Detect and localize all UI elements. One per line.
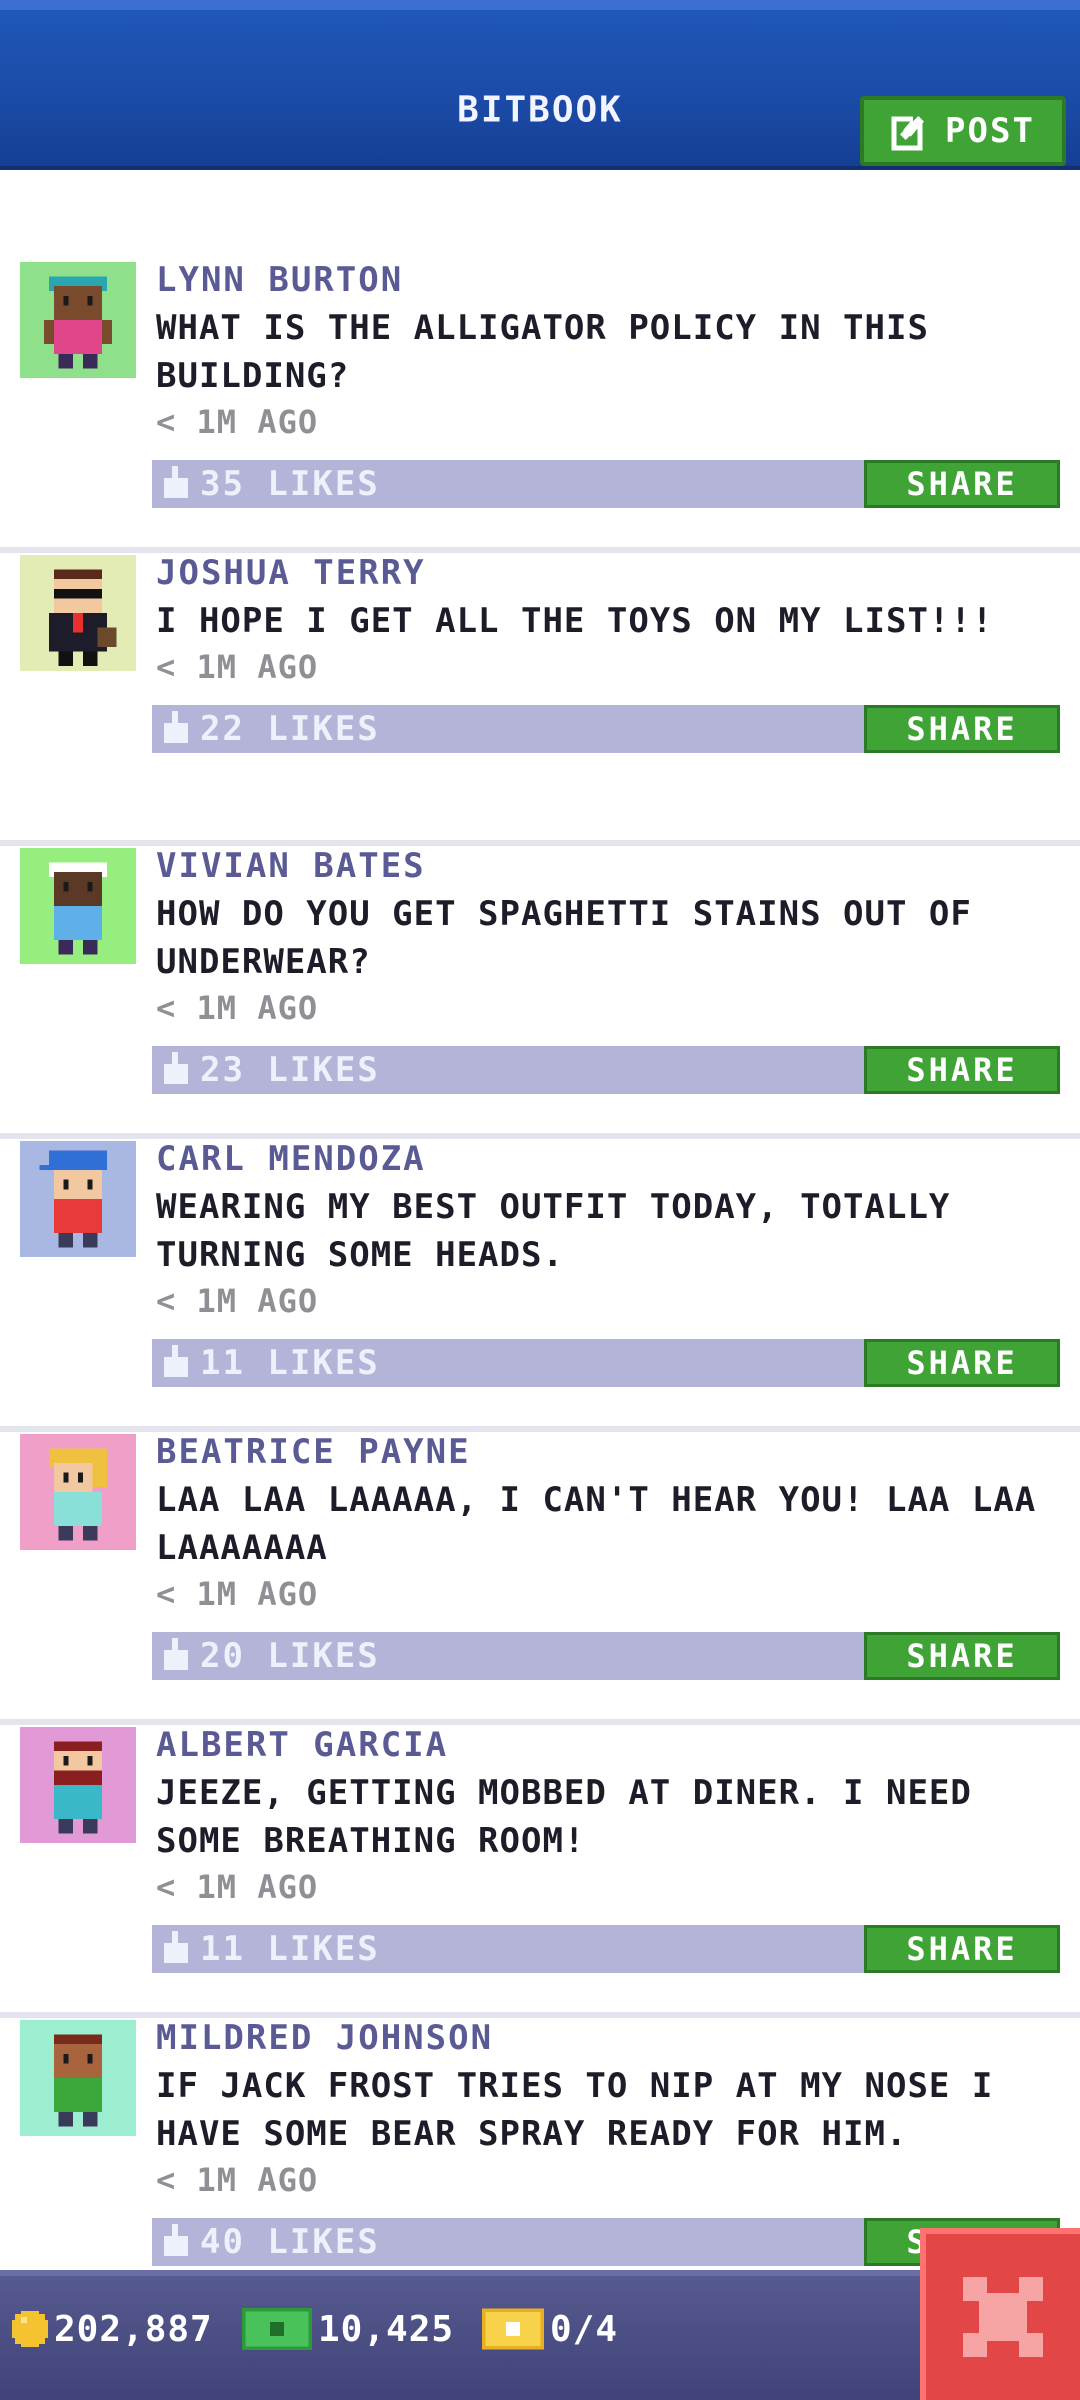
likes-bar: 23 LIKES SHARE <box>152 1046 1060 1094</box>
top-bar: BITBOOK POST <box>0 0 1080 170</box>
post-message: IF JACK FROST TRIES TO NIP AT MY NOSE I … <box>156 2066 994 2154</box>
post-item: ALBERT GARCIA JEEZE, GETTING MOBBED AT D… <box>0 1725 1080 2018</box>
post-item: MILDRED JOHNSON IF JACK FROST TRIES TO N… <box>0 2018 1080 2270</box>
post-author: LYNN BURTON <box>156 260 404 300</box>
post-message: I HOPE I GET ALL THE TOYS ON MY LIST!!! <box>156 601 994 641</box>
share-button[interactable]: SHARE <box>864 460 1060 508</box>
bux-icon <box>242 2308 312 2350</box>
post-time: < 1M AGO <box>156 648 319 686</box>
thumbs-up-icon <box>164 711 188 743</box>
man-sunglasses-suit-avatar[interactable] <box>20 555 136 671</box>
post-author: MILDRED JOHNSON <box>156 2018 494 2058</box>
close-button[interactable] <box>920 2228 1080 2400</box>
likes-count: 11 LIKES <box>200 1929 380 1969</box>
share-button[interactable]: SHARE <box>864 1339 1060 1387</box>
man-blue-cap-avatar[interactable] <box>20 1141 136 1257</box>
post-author: VIVIAN BATES <box>156 846 426 886</box>
ticket-icon <box>482 2308 544 2350</box>
post-item: BEATRICE PAYNE LAA LAA LAAAAA, I CAN'T H… <box>0 1432 1080 1725</box>
thumbs-up-icon <box>164 2224 188 2256</box>
likes-count: 11 LIKES <box>200 1343 380 1383</box>
woman-green-shirt-avatar[interactable] <box>20 2020 136 2136</box>
post-time: < 1M AGO <box>156 989 319 1027</box>
thumbs-up-icon <box>164 1052 188 1084</box>
post-button-label: POST <box>945 111 1035 151</box>
coins-count: 202,887 <box>54 2308 213 2350</box>
post-message: WEARING MY BEST OUTFIT TODAY, TOTALLY TU… <box>156 1187 951 1275</box>
likes-count: 20 LIKES <box>200 1636 380 1676</box>
share-button[interactable]: SHARE <box>864 1046 1060 1094</box>
thumbs-up-icon <box>164 1345 188 1377</box>
post-author: JOSHUA TERRY <box>156 553 426 593</box>
share-button[interactable]: SHARE <box>864 1925 1060 1973</box>
tickets-stat: 0/4 <box>482 2304 618 2354</box>
post-author: BEATRICE PAYNE <box>156 1432 471 1472</box>
post-time: < 1M AGO <box>156 1575 319 1613</box>
likes-bar: 20 LIKES SHARE <box>152 1632 1060 1680</box>
thumbs-up-icon <box>164 1638 188 1670</box>
likes-count: 23 LIKES <box>200 1050 380 1090</box>
post-time: < 1M AGO <box>156 1282 319 1320</box>
close-icon <box>963 2277 1043 2357</box>
edit-icon <box>891 113 930 151</box>
post-author: ALBERT GARCIA <box>156 1725 449 1765</box>
bux-stat: 10,425 <box>242 2304 454 2354</box>
post-author: CARL MENDOZA <box>156 1139 426 1179</box>
post-item: LYNN BURTON WHAT IS THE ALLIGATOR POLICY… <box>0 260 1080 553</box>
share-button[interactable]: SHARE <box>864 705 1060 753</box>
likes-count: 22 LIKES <box>200 709 380 749</box>
coins-stat: 202,887 <box>12 2304 213 2354</box>
thumbs-up-icon <box>164 1931 188 1963</box>
likes-count: 35 LIKES <box>200 464 380 504</box>
post-time: < 1M AGO <box>156 403 319 441</box>
share-button[interactable]: SHARE <box>864 1632 1060 1680</box>
bux-count: 10,425 <box>318 2308 455 2350</box>
woman-blonde-avatar[interactable] <box>20 1434 136 1550</box>
post-message: HOW DO YOU GET SPAGHETTI STAINS OUT OF U… <box>156 894 972 982</box>
post-button[interactable]: POST <box>860 96 1066 166</box>
post-time: < 1M AGO <box>156 2161 319 2199</box>
coin-icon <box>12 2311 48 2347</box>
feed[interactable]: LYNN BURTON WHAT IS THE ALLIGATOR POLICY… <box>0 170 1080 2270</box>
woman-pink-shirt-avatar[interactable] <box>20 262 136 378</box>
post-list: LYNN BURTON WHAT IS THE ALLIGATOR POLICY… <box>0 170 1080 2270</box>
post-item: VIVIAN BATES HOW DO YOU GET SPAGHETTI ST… <box>0 846 1080 1139</box>
woman-headband-avatar[interactable] <box>20 848 136 964</box>
likes-count: 40 LIKES <box>200 2222 380 2262</box>
thumbs-up-icon <box>164 466 188 498</box>
man-beard-avatar[interactable] <box>20 1727 136 1843</box>
tickets-count: 0/4 <box>550 2308 619 2350</box>
likes-bar: 11 LIKES SHARE <box>152 1339 1060 1387</box>
post-time: < 1M AGO <box>156 1868 319 1906</box>
likes-bar: 35 LIKES SHARE <box>152 460 1060 508</box>
post-message: WHAT IS THE ALLIGATOR POLICY IN THIS BUI… <box>156 308 929 396</box>
currency-bar: 202,887 10,425 0/4 <box>0 2270 1080 2400</box>
post-item: CARL MENDOZA WEARING MY BEST OUTFIT TODA… <box>0 1139 1080 1432</box>
likes-bar: 11 LIKES SHARE <box>152 1925 1060 1973</box>
likes-bar: 22 LIKES SHARE <box>152 705 1060 753</box>
post-message: LAA LAA LAAAAA, I CAN'T HEAR YOU! LAA LA… <box>156 1480 1037 1568</box>
post-message: JEEZE, GETTING MOBBED AT DINER. I NEED S… <box>156 1773 972 1861</box>
post-item: JOSHUA TERRY I HOPE I GET ALL THE TOYS O… <box>0 553 1080 846</box>
